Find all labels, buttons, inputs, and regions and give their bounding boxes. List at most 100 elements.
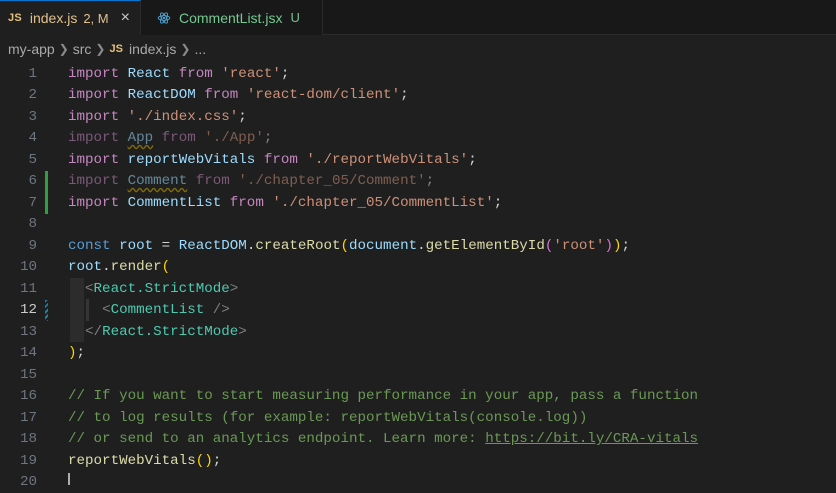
code-token: React.StrictMode [102, 324, 238, 340]
code-token: from [162, 130, 196, 146]
line-number: 4 [0, 130, 37, 146]
tab-commentlist-jsx[interactable]: CommentList.jsx U [141, 0, 323, 35]
code-token: from [196, 173, 230, 189]
code-token: . [102, 259, 111, 275]
gutter [37, 192, 68, 214]
line-number: 20 [0, 474, 37, 490]
code-token: React [128, 66, 171, 82]
text-cursor [68, 473, 70, 485]
code-line[interactable]: 6 import Comment from './chapter_05/Comm… [0, 171, 836, 193]
close-icon[interactable]: × [121, 10, 130, 26]
code-token: 'root' [553, 238, 604, 254]
line-number: 12 [0, 302, 37, 318]
code-line[interactable]: 13 </React.StrictMode> [0, 321, 836, 343]
gutter [37, 472, 68, 493]
gutter [37, 171, 68, 193]
code-editor[interactable]: 1 import React from 'react'; 2 import Re… [0, 63, 836, 485]
git-added-indicator[interactable] [45, 171, 48, 193]
breadcrumb-item[interactable]: src [73, 41, 92, 57]
code-token: reportWebVitals [68, 453, 196, 469]
code-line[interactable]: 11 <React.StrictMode> [0, 278, 836, 300]
code-line[interactable]: 7 import CommentList from './chapter_05/… [0, 192, 836, 214]
gutter [37, 386, 68, 408]
line-number: 18 [0, 431, 37, 447]
line-number: 17 [0, 410, 37, 426]
code-line[interactable]: 5 import reportWebVitals from './reportW… [0, 149, 836, 171]
tab-status-badge: 2, M [83, 11, 108, 26]
line-number: 13 [0, 324, 37, 340]
tab-status-badge: U [290, 10, 299, 25]
code-token: import [68, 152, 119, 168]
code-line[interactable]: 3 import './index.css'; [0, 106, 836, 128]
code-token: App [128, 130, 154, 146]
gutter [37, 257, 68, 279]
code-line[interactable]: 18 // or send to an analytics endpoint. … [0, 429, 836, 451]
gutter [37, 235, 68, 257]
line-number: 5 [0, 152, 37, 168]
code-token: import [68, 130, 119, 146]
chevron-right-icon: ❯ [180, 42, 190, 56]
line-number: 9 [0, 238, 37, 254]
code-token: './chapter_05/CommentList' [272, 195, 493, 211]
code-token: ReactDOM [179, 238, 247, 254]
git-added-indicator[interactable] [45, 192, 48, 214]
code-token: ) [68, 345, 77, 361]
code-token: ; [77, 345, 86, 361]
gutter [37, 106, 68, 128]
code-token: './chapter_05/Comment' [238, 173, 425, 189]
gutter [37, 343, 68, 365]
code-token: from [179, 66, 213, 82]
gutter [37, 364, 68, 386]
code-token: ; [281, 66, 290, 82]
code-token: root [119, 238, 153, 254]
line-number: 11 [0, 281, 37, 297]
gutter [37, 278, 68, 300]
code-line[interactable]: 9 const root = ReactDOM.createRoot(docum… [0, 235, 836, 257]
code-token: () [196, 453, 213, 469]
code-line[interactable]: 16 // If you want to start measuring per… [0, 386, 836, 408]
tab-index-js[interactable]: JS index.js 2, M × [0, 0, 141, 35]
code-line[interactable]: 4 import App from './App'; [0, 128, 836, 150]
line-number: 3 [0, 109, 37, 125]
code-token: ; [400, 87, 409, 103]
code-token: ; [468, 152, 477, 168]
code-token: ; [264, 130, 273, 146]
code-line[interactable]: 1 import React from 'react'; [0, 63, 836, 85]
gutter [37, 450, 68, 472]
line-number: 8 [0, 216, 37, 232]
code-line[interactable]: 12 <CommentList /> [0, 300, 836, 322]
code-line[interactable]: 10 root.render( [0, 257, 836, 279]
breadcrumb-item[interactable]: my-app [8, 41, 55, 57]
editor-tab-bar: JS index.js 2, M × CommentList.jsx U [0, 0, 836, 35]
code-token: < [85, 281, 94, 297]
gutter [37, 85, 68, 107]
git-modified-indicator[interactable] [45, 300, 48, 322]
tab-label: CommentList.jsx [179, 10, 282, 26]
comment-link[interactable]: https://bit.ly/CRA-vitals [485, 431, 698, 447]
line-number: 6 [0, 173, 37, 189]
line-number: 14 [0, 345, 37, 361]
tab-label: index.js [30, 10, 77, 26]
js-file-icon: JS [8, 12, 22, 24]
code-token: './index.css' [128, 109, 239, 125]
code-line[interactable]: 2 import ReactDOM from 'react-dom/client… [0, 85, 836, 107]
code-token: CommentList [128, 195, 222, 211]
breadcrumb-item[interactable]: index.js [129, 41, 176, 57]
line-number: 19 [0, 453, 37, 469]
code-line[interactable]: 14 ); [0, 343, 836, 365]
code-token: createRoot [255, 238, 340, 254]
code-line[interactable]: 8 [0, 214, 836, 236]
code-line[interactable]: 17 // to log results (for example: repor… [0, 407, 836, 429]
code-line[interactable]: 19 reportWebVitals(); [0, 450, 836, 472]
code-token: from [230, 195, 264, 211]
code-line[interactable]: 15 [0, 364, 836, 386]
breadcrumb-more[interactable]: ... [194, 41, 206, 57]
code-token: 'react' [221, 66, 281, 82]
gutter [37, 128, 68, 150]
code-token: ; [621, 238, 630, 254]
code-token: > [238, 324, 247, 340]
code-token: ( [162, 259, 171, 275]
code-line[interactable]: 20 [0, 472, 836, 493]
gutter [37, 149, 68, 171]
line-number: 15 [0, 367, 37, 383]
